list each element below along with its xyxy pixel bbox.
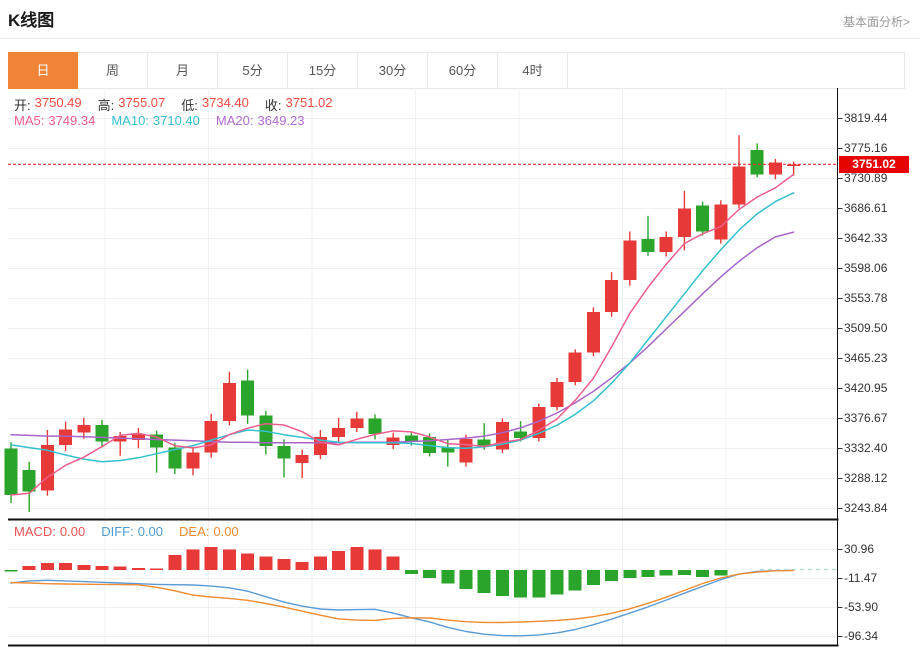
price-axis-label: 3553.78 <box>844 291 887 305</box>
price-axis-label: 3730.89 <box>844 171 887 185</box>
legend-label: 低: <box>181 95 198 114</box>
legend-label: DEA: <box>179 524 209 539</box>
legend-value: 0.00 <box>138 524 163 539</box>
price-axis-label: 3686.61 <box>844 201 887 215</box>
legend-item: MA5: 3749.34 <box>14 113 95 128</box>
legend-value: 3750.49 <box>35 95 82 114</box>
price-axis-label: 3819.44 <box>844 111 887 125</box>
price-axis-label: 3243.84 <box>844 501 887 515</box>
legend-item: 收:3751.02 <box>265 95 333 114</box>
legend-label: MA10: <box>111 113 149 128</box>
legend-label: 高: <box>98 95 115 114</box>
price-axis-label: 3509.50 <box>844 321 887 335</box>
current-price-badge: 3751.02 <box>839 156 909 173</box>
legend-label: MA5: <box>14 113 44 128</box>
legend-value: 3751.02 <box>286 95 333 114</box>
legend-item: DEA: 0.00 <box>179 524 239 539</box>
legend-label: 开: <box>14 95 31 114</box>
macd-axis-label: 30.96 <box>844 542 874 556</box>
legend-item: MA20: 3649.23 <box>216 113 305 128</box>
legend-item: 低:3734.40 <box>181 95 249 114</box>
price-axis-label: 3420.95 <box>844 381 887 395</box>
legend-item: 开:3750.49 <box>14 95 82 114</box>
ma-legend: MA5: 3749.34 MA10: 3710.40 MA20: 3649.23 <box>14 113 305 128</box>
legend-value: 0.00 <box>60 524 85 539</box>
legend-value: 3649.23 <box>258 113 305 128</box>
legend-value: 3749.34 <box>48 113 95 128</box>
price-axis-label: 3376.67 <box>844 411 887 425</box>
price-axis-label: 3332.40 <box>844 441 887 455</box>
price-axis-label: 3775.16 <box>844 141 887 155</box>
legend-label: DIFF: <box>101 524 134 539</box>
legend-label: MACD: <box>14 524 56 539</box>
macd-axis-label: -11.47 <box>844 571 877 585</box>
price-axis-label: 3598.06 <box>844 261 887 275</box>
macd-legend: MACD: 0.00 DIFF: 0.00 DEA: 0.00 <box>14 524 239 539</box>
price-axis-label: 3465.23 <box>844 351 887 365</box>
legend-label: MA20: <box>216 113 254 128</box>
legend-item: MACD: 0.00 <box>14 524 85 539</box>
legend-item: MA10: 3710.40 <box>111 113 200 128</box>
legend-value: 3734.40 <box>202 95 249 114</box>
legend-item: DIFF: 0.00 <box>101 524 163 539</box>
legend-value: 0.00 <box>213 524 238 539</box>
legend-value: 3755.07 <box>118 95 165 114</box>
legend-label: 收: <box>265 95 282 114</box>
legend-item: 高:3755.07 <box>98 95 166 114</box>
kline-chart-page: K线图 基本面分析> 日周月5分15分30分60分4时 开:3750.49高:3… <box>0 0 920 650</box>
price-axis-label: 3288.12 <box>844 471 887 485</box>
macd-axis-label: -96.34 <box>844 629 878 643</box>
price-axis-label: 3642.33 <box>844 231 887 245</box>
macd-axis-label: -53.90 <box>844 600 878 614</box>
legend-value: 3710.40 <box>153 113 200 128</box>
ohlc-legend: 开:3750.49 高:3755.07 低:3734.40 收:3751.02 <box>14 95 333 114</box>
